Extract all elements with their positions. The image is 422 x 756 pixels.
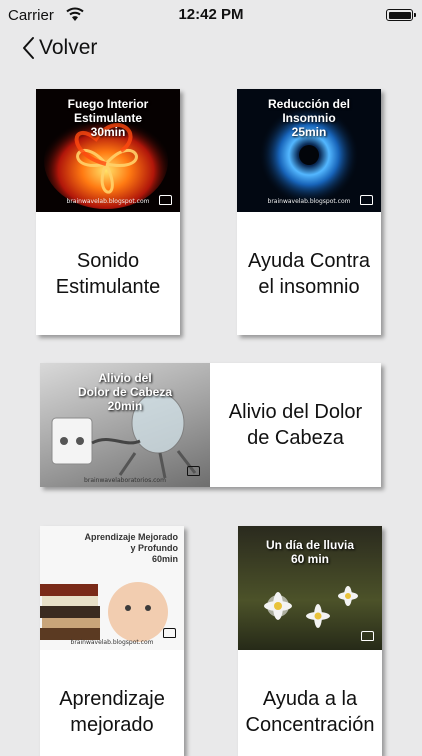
cover-url: brainwavelaboratorios.com (84, 477, 166, 484)
cover-aprendizaje: Aprendizaje Mejorado y Profundo 60min br… (40, 526, 184, 650)
card-sonido-estimulante[interactable]: Fuego Interior Estimulante 30min brainwa… (36, 89, 180, 335)
logo-icon (361, 631, 374, 641)
headphones-logo-icon (163, 628, 176, 638)
back-label: Volver (39, 36, 98, 59)
cover-title: Aprendizaje Mejorado y Profundo 60min (84, 532, 178, 564)
card-label: Aprendizaje mejorado (59, 688, 165, 736)
cover-url: brainwavelab.blogspot.com (70, 639, 154, 646)
headphones-logo-icon (159, 195, 172, 205)
cover-title: Fuego Interior Estimulante 30min (67, 97, 149, 139)
cover-title: Alivio del Dolor de Cabeza 20min (77, 371, 173, 413)
cover-fuego-interior: Fuego Interior Estimulante 30min brainwa… (36, 89, 180, 212)
headphones-logo-icon (360, 195, 373, 205)
chevron-left-icon (23, 37, 34, 59)
status-bar: Carrier 12:42 PM (0, 0, 422, 30)
card-label: Ayuda Contra el insomnio (248, 249, 370, 298)
card-label: Sonido Estimulante (55, 249, 161, 298)
back-button[interactable]: Volver (22, 32, 97, 64)
card-label: Ayuda a la Concentración (245, 688, 375, 736)
card-aprendizaje[interactable]: Aprendizaje Mejorado y Profundo 60min br… (40, 526, 184, 756)
status-time: 12:42 PM (178, 6, 244, 23)
cover-title: Un día de lluvia 60 min (265, 538, 355, 566)
cover-dia-de-lluvia: Un día de lluvia 60 min (238, 526, 382, 650)
battery-icon (386, 9, 416, 21)
cover-alivio-dolor: Alivio del Dolor de Cabeza 20min brainwa… (40, 363, 210, 487)
cover-title: Reducción del Insomnio 25min (267, 97, 350, 139)
card-dolor-cabeza[interactable]: Alivio del Dolor de Cabeza 20min brainwa… (40, 363, 381, 487)
cover-reduccion-insomnio: Reducción del Insomnio 25min brainwavela… (237, 89, 381, 212)
card-concentracion[interactable]: Un día de lluvia 60 min Ayuda a la Conce… (238, 526, 382, 756)
headphones-logo-icon (187, 466, 200, 476)
card-label: Alivio del Dolor de Cabeza (228, 401, 363, 449)
card-insomnio[interactable]: Reducción del Insomnio 25min brainwavela… (237, 89, 381, 335)
